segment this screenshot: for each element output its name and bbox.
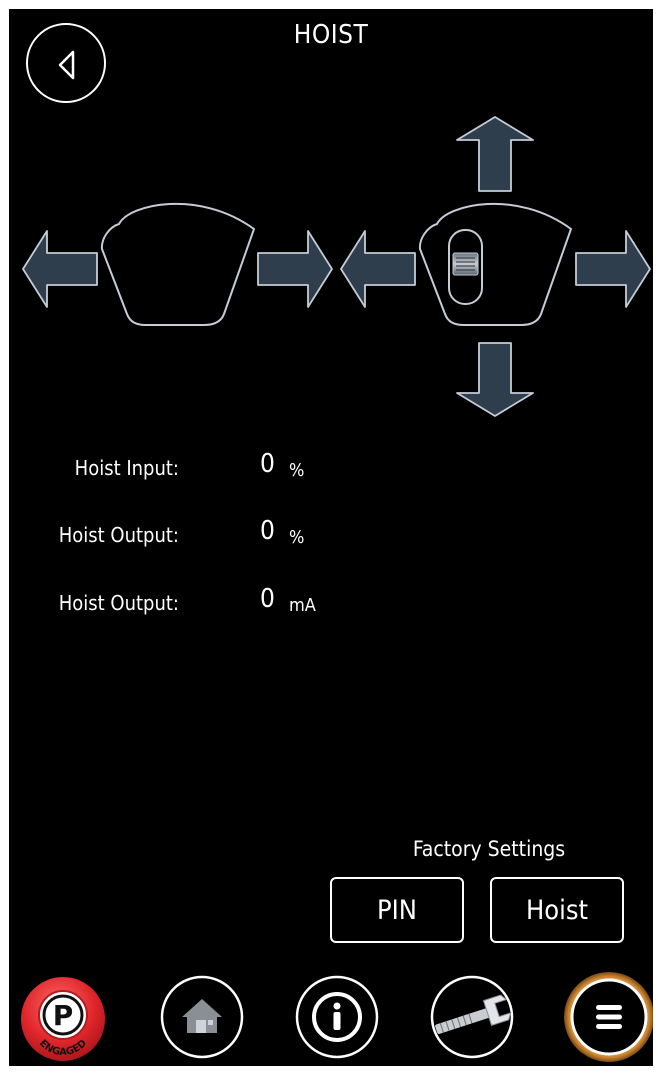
hoist-input-value: 0 (260, 449, 275, 479)
hoist-output-percent-label: Hoist Output: (58, 523, 179, 547)
wrench-icon (430, 975, 514, 1059)
pin-button[interactable]: PIN (330, 877, 464, 943)
right-joystick-right-arrow (575, 230, 651, 308)
menu-icon (564, 972, 653, 1062)
hoist-input-unit: % (289, 460, 305, 481)
left-joystick (100, 202, 256, 326)
tools-button[interactable] (430, 975, 514, 1059)
up-arrow (456, 116, 534, 192)
hoist-input-label: Hoist Input: (74, 456, 179, 480)
down-arrow (456, 342, 534, 417)
factory-settings-title: Factory Settings (412, 837, 566, 861)
info-button[interactable] (295, 975, 379, 1059)
joystick-diagram (22, 116, 651, 417)
menu-button[interactable] (563, 971, 653, 1063)
home-icon (160, 975, 244, 1059)
screen: HOIST Hoist Input: 0 % Hoist Output: 0 %… (9, 9, 653, 1066)
hoist-output-percent-unit: % (289, 527, 305, 548)
parking-brake-icon: P ENGAGED (21, 977, 105, 1061)
hoist-output-ma-value: 0 (260, 584, 275, 614)
hoist-output-ma-unit: mA (289, 595, 316, 616)
hoist-button[interactable]: Hoist (490, 877, 624, 943)
home-button[interactable] (160, 975, 244, 1059)
hoist-output-ma-label: Hoist Output: (58, 591, 179, 615)
parking-brake-button[interactable]: P ENGAGED (19, 975, 105, 1061)
parking-letter: P (53, 999, 74, 1032)
hoist-output-percent-value: 0 (260, 516, 275, 546)
right-joystick-left-arrow (340, 230, 416, 308)
info-icon (295, 975, 379, 1059)
left-joystick-left-arrow (22, 230, 98, 308)
right-joystick (418, 202, 573, 326)
left-joystick-right-arrow (257, 230, 333, 308)
